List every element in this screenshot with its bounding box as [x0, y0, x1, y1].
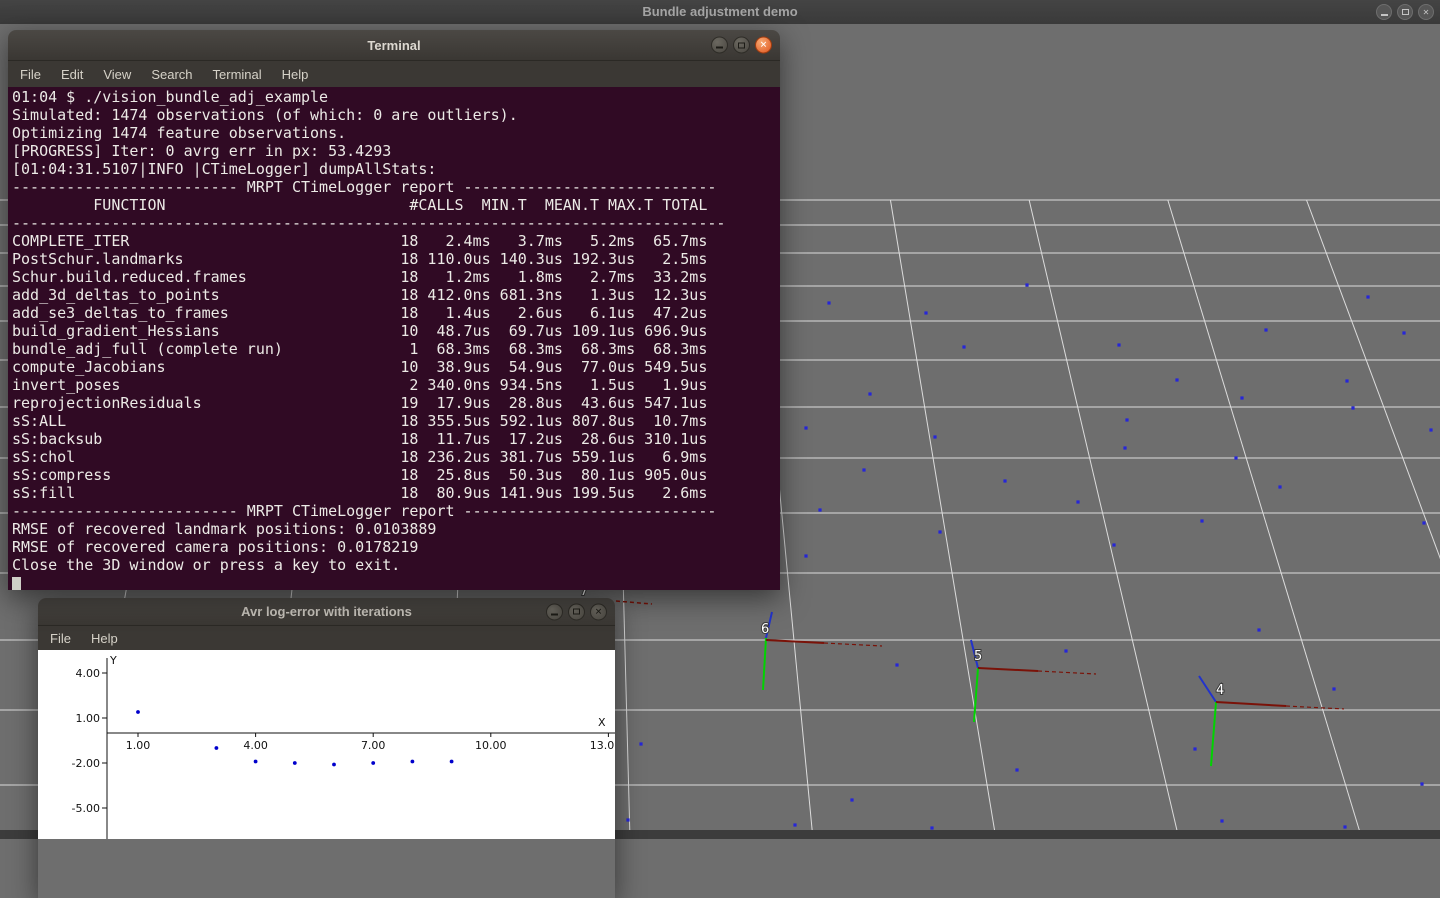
- menu-edit[interactable]: Edit: [51, 63, 93, 86]
- maximize-button[interactable]: [733, 37, 750, 54]
- camera-frames: 7654: [580, 584, 1344, 766]
- plot-canvas: Y X 1.00 4.00 7.00 10.00 13.0 4.00 1.00 -2.00 -5.0…: [38, 650, 615, 839]
- camera-frame: 6: [761, 612, 882, 690]
- plot-menubar: File Help: [38, 626, 615, 650]
- close-icon: ✕: [1423, 8, 1430, 17]
- close-icon: ✕: [595, 607, 603, 616]
- svg-text:X: X: [598, 716, 606, 729]
- svg-text:Y: Y: [109, 654, 117, 667]
- menu-file[interactable]: File: [10, 63, 51, 86]
- svg-text:10.00: 10.00: [475, 739, 507, 752]
- maximize-icon: [1402, 9, 1409, 15]
- menu-view[interactable]: View: [93, 63, 141, 86]
- plot-title: Avr log-error with iterations: [38, 598, 615, 625]
- minimize-button[interactable]: [1376, 4, 1392, 20]
- main-window-controls: ✕: [1376, 4, 1434, 20]
- close-icon: ✕: [760, 41, 768, 50]
- svg-text:4.00: 4.00: [243, 739, 268, 752]
- plot-window: Avr log-error with iterations ✕ File Hel…: [38, 598, 615, 898]
- terminal-output: 01:04 $ ./vision_bundle_adj_example Simu…: [8, 87, 780, 590]
- terminal-titlebar[interactable]: Terminal ✕: [8, 30, 780, 61]
- close-button[interactable]: ✕: [590, 603, 607, 620]
- close-button[interactable]: ✕: [755, 37, 772, 54]
- maximize-button[interactable]: [1397, 4, 1413, 20]
- main-window-title: Bundle adjustment demo: [0, 0, 1440, 24]
- menu-terminal[interactable]: Terminal: [203, 63, 272, 86]
- minimize-icon: [551, 613, 558, 615]
- minimize-button[interactable]: [546, 603, 563, 620]
- svg-text:4.00: 4.00: [76, 667, 101, 680]
- maximize-button[interactable]: [568, 603, 585, 620]
- svg-text:4: 4: [1216, 683, 1224, 698]
- menu-file[interactable]: File: [40, 627, 81, 650]
- menu-help[interactable]: Help: [272, 63, 319, 86]
- svg-text:1.00: 1.00: [76, 712, 101, 725]
- minimize-button[interactable]: [711, 37, 728, 54]
- plot-titlebar[interactable]: Avr log-error with iterations ✕: [38, 598, 615, 626]
- maximize-icon: [573, 609, 580, 615]
- minimize-icon: [716, 47, 723, 49]
- plot-window-controls: ✕: [546, 603, 607, 620]
- minimize-icon: [1381, 14, 1388, 16]
- svg-text:-5.00: -5.00: [72, 802, 100, 815]
- camera-frame: 4: [1199, 676, 1344, 766]
- terminal-title: Terminal: [8, 30, 780, 60]
- terminal-window-controls: ✕: [711, 37, 772, 54]
- svg-text:6: 6: [761, 622, 769, 637]
- main-window-titlebar[interactable]: Bundle adjustment demo ✕: [0, 0, 1440, 24]
- scatter-points: [136, 710, 453, 766]
- menu-help[interactable]: Help: [81, 627, 128, 650]
- maximize-icon: [738, 42, 745, 48]
- scatter-plot: Y X 1.00 4.00 7.00 10.00 13.0 4.00 1.00 -2.00 -5.0…: [38, 650, 615, 839]
- svg-text:1.00: 1.00: [126, 739, 151, 752]
- terminal-cursor: [12, 577, 21, 590]
- terminal-window: Terminal ✕ File Edit View Search Termina…: [8, 30, 780, 590]
- terminal-menubar: File Edit View Search Terminal Help: [8, 61, 780, 87]
- svg-text:13.0: 13.0: [590, 739, 615, 752]
- close-button[interactable]: ✕: [1418, 4, 1434, 20]
- svg-text:7.00: 7.00: [361, 739, 386, 752]
- menu-search[interactable]: Search: [141, 63, 202, 86]
- svg-text:5: 5: [974, 649, 982, 664]
- terminal-body[interactable]: 01:04 $ ./vision_bundle_adj_example Simu…: [8, 87, 780, 590]
- svg-text:-2.00: -2.00: [72, 757, 100, 770]
